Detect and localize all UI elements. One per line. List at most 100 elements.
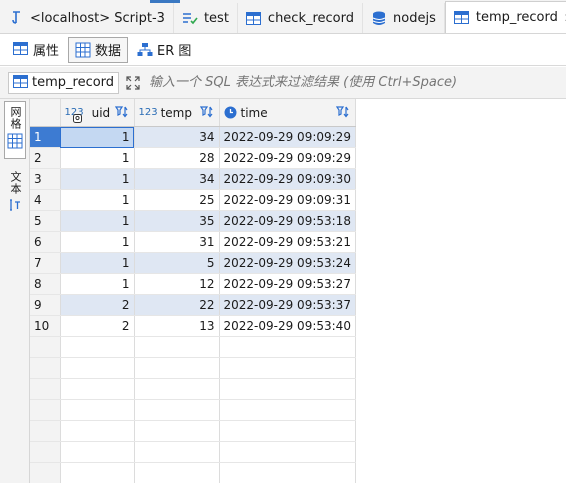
row-number[interactable]: 9 bbox=[30, 294, 61, 316]
table-row[interactable]: 10 2 13 2022-09-29 09:53:40 bbox=[30, 315, 356, 337]
cell-uid[interactable]: 1 bbox=[60, 126, 135, 148]
sort-filter-icon[interactable] bbox=[114, 105, 129, 119]
cell-time[interactable]: 2022-09-29 09:53:40 bbox=[219, 315, 356, 337]
sort-filter-icon[interactable] bbox=[335, 105, 350, 119]
column-header-uid[interactable]: 123 uid bbox=[60, 99, 135, 127]
empty-row bbox=[30, 378, 356, 400]
cell-temp[interactable]: 34 bbox=[134, 126, 220, 148]
cell-time[interactable]: 2022-09-29 09:53:18 bbox=[219, 210, 356, 232]
view-mode-rail: 网格 文本 bbox=[0, 99, 30, 483]
tab-data[interactable]: 数据 bbox=[68, 36, 129, 63]
empty-cell bbox=[219, 441, 356, 463]
table-row[interactable]: 6 1 31 2022-09-29 09:53:21 bbox=[30, 231, 356, 253]
cell-temp[interactable]: 5 bbox=[134, 252, 220, 274]
cell-temp[interactable]: 12 bbox=[134, 273, 220, 295]
table-row[interactable]: 8 1 12 2022-09-29 09:53:27 bbox=[30, 273, 356, 295]
table-row[interactable]: 2 1 28 2022-09-29 09:09:29 bbox=[30, 147, 356, 169]
cell-time[interactable]: 2022-09-29 09:09:31 bbox=[219, 189, 356, 211]
tab-label: 数据 bbox=[95, 44, 122, 59]
cell-uid[interactable]: 1 bbox=[60, 210, 135, 232]
row-number[interactable]: 1 bbox=[30, 126, 61, 148]
cell-time[interactable]: 2022-09-29 09:53:27 bbox=[219, 273, 356, 295]
cell-uid[interactable]: 1 bbox=[60, 273, 135, 295]
empty-row bbox=[30, 357, 356, 379]
tab-nodejs[interactable]: nodejs bbox=[363, 3, 445, 33]
expand-icon[interactable] bbox=[123, 73, 143, 93]
cell-time[interactable]: 2022-09-29 09:09:29 bbox=[219, 126, 356, 148]
cell-uid[interactable]: 1 bbox=[60, 147, 135, 169]
table-icon bbox=[454, 10, 470, 26]
tab-label: <localhost> Script-3 bbox=[30, 10, 165, 26]
row-number[interactable]: 3 bbox=[30, 168, 61, 190]
cell-temp[interactable]: 13 bbox=[134, 315, 220, 337]
empty-row bbox=[30, 420, 356, 442]
empty-cell bbox=[219, 399, 356, 421]
cell-uid[interactable]: 1 bbox=[60, 189, 135, 211]
cell-time[interactable]: 2022-09-29 09:53:21 bbox=[219, 231, 356, 253]
editor-tab-bar: <localhost> Script-3 test check_record n… bbox=[0, 0, 566, 34]
empty-cell bbox=[30, 336, 61, 358]
cell-temp[interactable]: 22 bbox=[134, 294, 220, 316]
cell-time[interactable]: 2022-09-29 09:09:30 bbox=[219, 168, 356, 190]
tab-label: temp_record bbox=[475, 10, 558, 25]
cell-temp[interactable]: 25 bbox=[134, 189, 220, 211]
cell-time[interactable]: 2022-09-29 09:09:29 bbox=[219, 147, 356, 169]
row-number[interactable]: 6 bbox=[30, 231, 61, 253]
tab-script-3[interactable]: <localhost> Script-3 bbox=[0, 3, 174, 33]
cell-uid[interactable]: 1 bbox=[60, 252, 135, 274]
column-header-time[interactable]: time bbox=[219, 99, 356, 127]
row-number-header bbox=[30, 99, 61, 127]
empty-cell bbox=[60, 399, 135, 421]
cell-time[interactable]: 2022-09-29 09:53:37 bbox=[219, 294, 356, 316]
table-row[interactable]: 9 2 22 2022-09-29 09:53:37 bbox=[30, 294, 356, 316]
results-grid[interactable]: 123 uid 123 temp time 1 1 34 2022-09-29 … bbox=[30, 99, 566, 483]
row-number[interactable]: 5 bbox=[30, 210, 61, 232]
clock-icon bbox=[224, 106, 237, 119]
checklist-icon bbox=[182, 10, 198, 26]
tab-label: test bbox=[203, 10, 229, 26]
text-view-icon bbox=[9, 198, 21, 215]
row-number[interactable]: 10 bbox=[30, 315, 61, 337]
tab-properties[interactable]: 属性 bbox=[6, 37, 66, 63]
text-view-button[interactable]: 文本 bbox=[4, 169, 26, 219]
row-number[interactable]: 4 bbox=[30, 189, 61, 211]
grid-view-button[interactable]: 网格 bbox=[4, 101, 26, 159]
table-row[interactable]: 7 1 5 2022-09-29 09:53:24 bbox=[30, 252, 356, 274]
tab-test[interactable]: test bbox=[174, 3, 238, 33]
table-row[interactable]: 3 1 34 2022-09-29 09:09:30 bbox=[30, 168, 356, 190]
filter-input[interactable] bbox=[149, 71, 566, 94]
cell-temp[interactable]: 31 bbox=[134, 231, 220, 253]
cell-temp[interactable]: 34 bbox=[134, 168, 220, 190]
row-number[interactable]: 7 bbox=[30, 252, 61, 274]
table-row[interactable]: 4 1 25 2022-09-29 09:09:31 bbox=[30, 189, 356, 211]
cell-uid[interactable]: 1 bbox=[60, 231, 135, 253]
empty-row bbox=[30, 441, 356, 463]
table-icon bbox=[246, 10, 262, 26]
empty-cell bbox=[134, 462, 220, 483]
header-row: 123 uid 123 temp time bbox=[30, 99, 356, 127]
sort-filter-icon[interactable] bbox=[199, 105, 214, 119]
tab-temp-record[interactable]: temp_record ✕ bbox=[444, 1, 566, 33]
table-name-chip[interactable]: temp_record bbox=[8, 71, 120, 94]
column-header-temp[interactable]: 123 temp bbox=[134, 99, 220, 127]
empty-cell bbox=[30, 378, 61, 400]
empty-cell bbox=[219, 357, 356, 379]
cell-temp[interactable]: 35 bbox=[134, 210, 220, 232]
tab-check-record[interactable]: check_record bbox=[238, 3, 364, 33]
row-number[interactable]: 2 bbox=[30, 147, 61, 169]
empty-cell bbox=[134, 336, 220, 358]
cell-uid[interactable]: 2 bbox=[60, 315, 135, 337]
cell-uid[interactable]: 1 bbox=[60, 168, 135, 190]
tab-er-diagram[interactable]: ER 图 bbox=[130, 37, 198, 63]
table-row[interactable]: 5 1 35 2022-09-29 09:53:18 bbox=[30, 210, 356, 232]
row-number[interactable]: 8 bbox=[30, 273, 61, 295]
table-row[interactable]: 1 1 34 2022-09-29 09:09:29 bbox=[30, 126, 356, 148]
cell-uid[interactable]: 2 bbox=[60, 294, 135, 316]
empty-cell bbox=[30, 420, 61, 442]
empty-cell bbox=[134, 399, 220, 421]
empty-cell bbox=[219, 420, 356, 442]
cell-temp[interactable]: 28 bbox=[134, 147, 220, 169]
cell-time[interactable]: 2022-09-29 09:53:24 bbox=[219, 252, 356, 274]
empty-cell bbox=[60, 462, 135, 483]
table-name-label: temp_record bbox=[32, 75, 115, 90]
